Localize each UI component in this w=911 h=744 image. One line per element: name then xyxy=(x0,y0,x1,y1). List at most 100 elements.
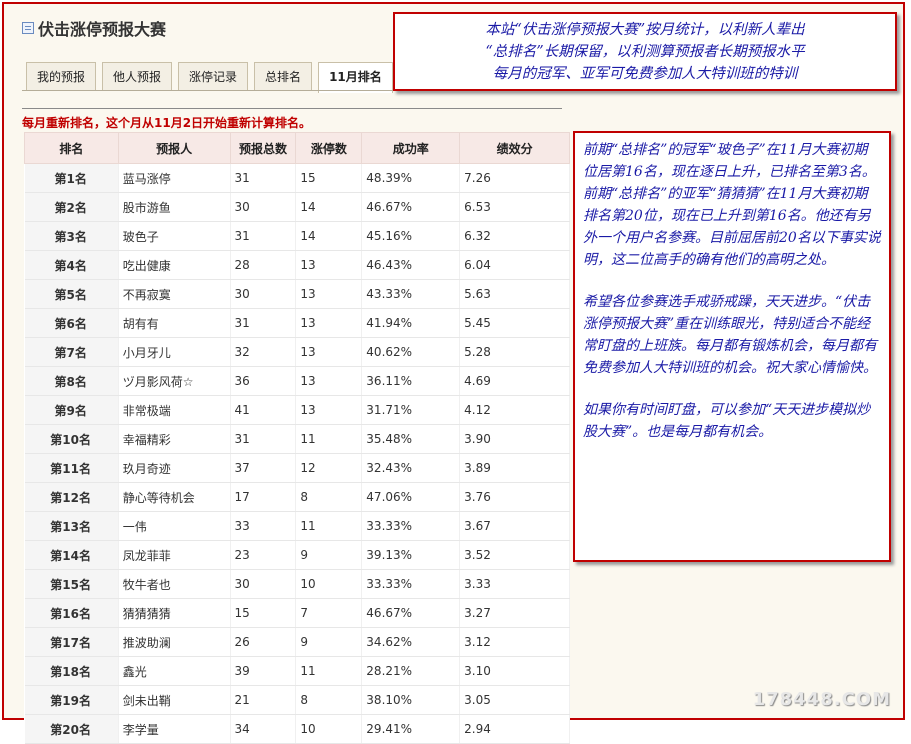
forecaster-cell: 非常极端 xyxy=(118,395,231,425)
ranking-notice: 每月重新排名，这个月从11月2日开始重新计算排名。 xyxy=(22,116,312,130)
tab-november-ranking[interactable]: 11月排名 xyxy=(318,62,393,93)
tab-others-forecast[interactable]: 他人预报 xyxy=(102,62,173,90)
score-cell: 3.27 xyxy=(459,598,570,628)
score-cell: 7.26 xyxy=(459,163,570,193)
tab-my-forecast[interactable]: 我的预报 xyxy=(26,62,97,90)
table-row: 第2名 股市游鱼 30 14 46.67% 6.53 xyxy=(24,192,570,222)
success-rate-cell: 32.43% xyxy=(361,453,461,483)
rank-cell: 第3名 xyxy=(24,221,119,251)
table-row: 第19名 剑未出鞘 21 8 38.10% 3.05 xyxy=(24,685,570,715)
success-rate-cell: 31.71% xyxy=(361,395,461,425)
limit-up-cell: 10 xyxy=(295,714,363,744)
limit-up-cell: 10 xyxy=(295,569,363,599)
commentary-paragraph: 希望各位参赛选手戒骄戒躁，天天进步。“伏击涨停预报大赛”重在训练眼光，特别适合不… xyxy=(583,294,877,376)
rank-cell: 第8名 xyxy=(24,366,119,396)
rank-cell: 第5名 xyxy=(24,279,119,309)
score-cell: 5.45 xyxy=(459,308,570,338)
forecaster-cell: 李学量 xyxy=(118,714,231,744)
success-rate-cell: 41.94% xyxy=(361,308,461,338)
score-cell: 3.33 xyxy=(459,569,570,599)
rank-cell: 第6名 xyxy=(24,308,119,338)
total-cell: 21 xyxy=(230,685,297,715)
table-row: 第9名 非常极端 41 13 31.71% 4.12 xyxy=(24,395,570,425)
forecaster-cell: 牧牛者也 xyxy=(118,569,231,599)
score-cell: 3.52 xyxy=(459,540,570,570)
forecaster-cell: 一伟 xyxy=(118,511,231,541)
score-cell: 6.32 xyxy=(459,221,570,251)
limit-up-cell: 12 xyxy=(295,453,363,483)
success-rate-cell: 43.33% xyxy=(361,279,461,309)
commentary-paragraph: 如果你有时间盯盘，可以参加“天天进步模拟炒股大赛”。也是每月都有机会。 xyxy=(583,402,871,440)
limit-up-cell: 11 xyxy=(295,511,363,541)
forecaster-cell: 推波助澜 xyxy=(118,627,231,657)
forecaster-cell: 玻色子 xyxy=(118,221,231,251)
success-rate-cell: 33.33% xyxy=(361,569,461,599)
success-rate-cell: 35.48% xyxy=(361,424,461,454)
total-cell: 31 xyxy=(230,308,297,338)
success-rate-cell: 46.43% xyxy=(361,250,461,280)
forecaster-cell: 鑫光 xyxy=(118,656,231,686)
total-cell: 15 xyxy=(230,598,297,628)
content-divider xyxy=(22,108,562,109)
tab-total-ranking[interactable]: 总排名 xyxy=(254,62,313,90)
success-rate-cell: 48.39% xyxy=(361,163,461,193)
rank-cell: 第1名 xyxy=(24,163,119,193)
total-cell: 37 xyxy=(230,453,297,483)
score-cell: 3.76 xyxy=(459,482,570,512)
forecaster-cell: 小月牙儿 xyxy=(118,337,231,367)
forecaster-cell: 股市游鱼 xyxy=(118,192,231,222)
limit-up-cell: 13 xyxy=(295,279,363,309)
total-cell: 30 xyxy=(230,279,297,309)
total-cell: 23 xyxy=(230,540,297,570)
success-rate-cell: 47.06% xyxy=(361,482,461,512)
forecaster-cell: 玖月奇迹 xyxy=(118,453,231,483)
success-rate-cell: 40.62% xyxy=(361,337,461,367)
score-cell: 5.63 xyxy=(459,279,570,309)
limit-up-cell: 13 xyxy=(295,250,363,280)
table-row: 第20名 李学量 34 10 29.41% 2.94 xyxy=(24,714,570,744)
col-header-score: 绩效分 xyxy=(459,132,570,164)
tab-limit-up-record[interactable]: 涨停记录 xyxy=(178,62,249,90)
score-cell: 3.10 xyxy=(459,656,570,686)
table-row: 第7名 小月牙儿 32 13 40.62% 5.28 xyxy=(24,337,570,367)
total-cell: 41 xyxy=(230,395,297,425)
table-row: 第8名 ヅ月影风荷☆ 36 13 36.11% 4.69 xyxy=(24,366,570,396)
rank-cell: 第9名 xyxy=(24,395,119,425)
col-header-rank: 排名 xyxy=(24,132,119,164)
table-row: 第15名 牧牛者也 30 10 33.33% 3.33 xyxy=(24,569,570,599)
score-cell: 6.53 xyxy=(459,192,570,222)
table-row: 第6名 胡有有 31 13 41.94% 5.45 xyxy=(24,308,570,338)
limit-up-cell: 15 xyxy=(295,163,363,193)
table-row: 第17名 推波助澜 26 9 34.62% 3.12 xyxy=(24,627,570,657)
table-row: 第14名 凤龙菲菲 23 9 39.13% 3.52 xyxy=(24,540,570,570)
success-rate-cell: 39.13% xyxy=(361,540,461,570)
total-cell: 36 xyxy=(230,366,297,396)
table-row: 第13名 一伟 33 11 33.33% 3.67 xyxy=(24,511,570,541)
success-rate-cell: 46.67% xyxy=(361,598,461,628)
limit-up-cell: 13 xyxy=(295,395,363,425)
limit-up-cell: 8 xyxy=(295,482,363,512)
success-rate-cell: 46.67% xyxy=(361,192,461,222)
success-rate-cell: 29.41% xyxy=(361,714,461,744)
score-cell: 4.12 xyxy=(459,395,570,425)
col-header-forecaster: 预报人 xyxy=(117,132,231,164)
table-row: 第10名 幸福精彩 31 11 35.48% 3.90 xyxy=(24,424,570,454)
total-cell: 34 xyxy=(230,714,297,744)
success-rate-cell: 38.10% xyxy=(361,685,461,715)
limit-up-cell: 9 xyxy=(295,627,363,657)
rank-cell: 第7名 xyxy=(24,337,119,367)
total-cell: 30 xyxy=(230,569,297,599)
limit-up-cell: 14 xyxy=(295,192,363,222)
rank-cell: 第2名 xyxy=(24,192,119,222)
limit-up-cell: 11 xyxy=(295,424,363,454)
rank-cell: 第19名 xyxy=(24,685,119,715)
forecaster-cell: 胡有有 xyxy=(118,308,231,338)
success-rate-cell: 36.11% xyxy=(361,366,461,396)
rank-cell: 第16名 xyxy=(24,598,119,628)
forecaster-cell: 剑未出鞘 xyxy=(118,685,231,715)
limit-up-cell: 13 xyxy=(295,308,363,338)
score-cell: 3.90 xyxy=(459,424,570,454)
forecaster-cell: 蓝马涨停 xyxy=(118,163,231,193)
col-header-limit-up: 涨停数 xyxy=(295,132,363,164)
commentary-box: 前期“总排名”的冠军“玻色子”在11月大赛初期位居第16名，现在逐日上升，已排名… xyxy=(573,131,891,562)
